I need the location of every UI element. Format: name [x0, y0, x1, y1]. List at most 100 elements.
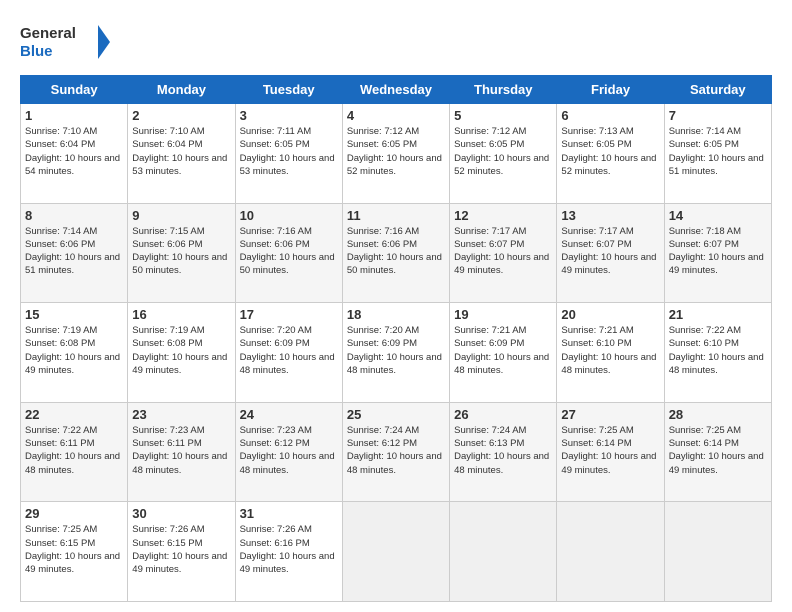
day-number: 11 [347, 208, 445, 223]
calendar-cell: 1 Sunrise: 7:10 AM Sunset: 6:04 PM Daylig… [21, 104, 128, 204]
calendar-cell [664, 502, 771, 602]
day-number: 31 [240, 506, 338, 521]
day-number: 14 [669, 208, 767, 223]
logo-icon: General Blue [20, 20, 110, 65]
calendar-cell: 3 Sunrise: 7:11 AM Sunset: 6:05 PM Daylig… [235, 104, 342, 204]
day-info: Sunrise: 7:24 AM Sunset: 6:13 PM Dayligh… [454, 424, 552, 477]
calendar-table: SundayMondayTuesdayWednesdayThursdayFrid… [20, 75, 772, 602]
day-info: Sunrise: 7:11 AM Sunset: 6:05 PM Dayligh… [240, 125, 338, 178]
day-number: 12 [454, 208, 552, 223]
day-number: 18 [347, 307, 445, 322]
calendar-cell: 5 Sunrise: 7:12 AM Sunset: 6:05 PM Daylig… [450, 104, 557, 204]
day-number: 25 [347, 407, 445, 422]
day-info: Sunrise: 7:18 AM Sunset: 6:07 PM Dayligh… [669, 225, 767, 278]
day-info: Sunrise: 7:25 AM Sunset: 6:15 PM Dayligh… [25, 523, 123, 576]
day-info: Sunrise: 7:22 AM Sunset: 6:10 PM Dayligh… [669, 324, 767, 377]
calendar-cell: 11 Sunrise: 7:16 AM Sunset: 6:06 PM Dayli… [342, 203, 449, 303]
day-info: Sunrise: 7:10 AM Sunset: 6:04 PM Dayligh… [132, 125, 230, 178]
day-number: 16 [132, 307, 230, 322]
day-number: 9 [132, 208, 230, 223]
day-info: Sunrise: 7:17 AM Sunset: 6:07 PM Dayligh… [454, 225, 552, 278]
day-info: Sunrise: 7:25 AM Sunset: 6:14 PM Dayligh… [561, 424, 659, 477]
day-info: Sunrise: 7:20 AM Sunset: 6:09 PM Dayligh… [240, 324, 338, 377]
calendar-cell: 27 Sunrise: 7:25 AM Sunset: 6:14 PM Dayli… [557, 402, 664, 502]
day-number: 10 [240, 208, 338, 223]
day-number: 1 [25, 108, 123, 123]
calendar-page: General Blue SundayMondayTuesdayWednesda… [0, 0, 792, 612]
calendar-cell: 20Sunrise: 7:21 AM Sunset: 6:10 PM Dayli… [557, 303, 664, 403]
day-header-thursday: Thursday [450, 76, 557, 104]
day-header-friday: Friday [557, 76, 664, 104]
calendar-cell: 30 Sunrise: 7:26 AM Sunset: 6:15 PM Dayli… [128, 502, 235, 602]
calendar-week-1: 1 Sunrise: 7:10 AM Sunset: 6:04 PM Daylig… [21, 104, 772, 204]
day-info: Sunrise: 7:12 AM Sunset: 6:05 PM Dayligh… [347, 125, 445, 178]
calendar-cell [557, 502, 664, 602]
calendar-cell: 31 Sunrise: 7:26 AM Sunset: 6:16 PM Dayli… [235, 502, 342, 602]
day-number: 17 [240, 307, 338, 322]
day-info: Sunrise: 7:12 AM Sunset: 6:05 PM Dayligh… [454, 125, 552, 178]
calendar-cell: 10 Sunrise: 7:16 AM Sunset: 6:06 PM Dayli… [235, 203, 342, 303]
day-info: Sunrise: 7:23 AM Sunset: 6:11 PM Dayligh… [132, 424, 230, 477]
day-number: 13 [561, 208, 659, 223]
calendar-header-row: SundayMondayTuesdayWednesdayThursdayFrid… [21, 76, 772, 104]
calendar-cell: 12 Sunrise: 7:17 AM Sunset: 6:07 PM Dayli… [450, 203, 557, 303]
day-info: Sunrise: 7:26 AM Sunset: 6:16 PM Dayligh… [240, 523, 338, 576]
svg-text:Blue: Blue [20, 43, 53, 60]
day-number: 24 [240, 407, 338, 422]
day-number: 5 [454, 108, 552, 123]
calendar-cell: 24 Sunrise: 7:23 AM Sunset: 6:12 PM Dayli… [235, 402, 342, 502]
calendar-cell: 14 Sunrise: 7:18 AM Sunset: 6:07 PM Dayli… [664, 203, 771, 303]
day-number: 6 [561, 108, 659, 123]
day-info: Sunrise: 7:21 AM Sunset: 6:09 PM Dayligh… [454, 324, 552, 377]
header: General Blue [20, 20, 772, 65]
day-number: 27 [561, 407, 659, 422]
day-number: 22 [25, 407, 123, 422]
svg-text:General: General [20, 25, 76, 42]
day-info: Sunrise: 7:19 AM Sunset: 6:08 PM Dayligh… [132, 324, 230, 377]
calendar-cell: 26 Sunrise: 7:24 AM Sunset: 6:13 PM Dayli… [450, 402, 557, 502]
day-number: 8 [25, 208, 123, 223]
day-info: Sunrise: 7:25 AM Sunset: 6:14 PM Dayligh… [669, 424, 767, 477]
day-info: Sunrise: 7:13 AM Sunset: 6:05 PM Dayligh… [561, 125, 659, 178]
calendar-cell: 8 Sunrise: 7:14 AM Sunset: 6:06 PM Daylig… [21, 203, 128, 303]
calendar-cell: 18Sunrise: 7:20 AM Sunset: 6:09 PM Dayli… [342, 303, 449, 403]
calendar-cell: 23Sunrise: 7:23 AM Sunset: 6:11 PM Dayli… [128, 402, 235, 502]
day-info: Sunrise: 7:26 AM Sunset: 6:15 PM Dayligh… [132, 523, 230, 576]
day-number: 28 [669, 407, 767, 422]
calendar-week-2: 8 Sunrise: 7:14 AM Sunset: 6:06 PM Daylig… [21, 203, 772, 303]
logo: General Blue [20, 20, 110, 65]
calendar-cell: 22Sunrise: 7:22 AM Sunset: 6:11 PM Dayli… [21, 402, 128, 502]
calendar-cell [450, 502, 557, 602]
day-number: 3 [240, 108, 338, 123]
calendar-cell: 16 Sunrise: 7:19 AM Sunset: 6:08 PM Dayli… [128, 303, 235, 403]
day-info: Sunrise: 7:17 AM Sunset: 6:07 PM Dayligh… [561, 225, 659, 278]
calendar-cell: 6 Sunrise: 7:13 AM Sunset: 6:05 PM Daylig… [557, 104, 664, 204]
day-info: Sunrise: 7:23 AM Sunset: 6:12 PM Dayligh… [240, 424, 338, 477]
day-info: Sunrise: 7:16 AM Sunset: 6:06 PM Dayligh… [240, 225, 338, 278]
calendar-cell: 25Sunrise: 7:24 AM Sunset: 6:12 PM Dayli… [342, 402, 449, 502]
day-info: Sunrise: 7:21 AM Sunset: 6:10 PM Dayligh… [561, 324, 659, 377]
calendar-week-4: 22Sunrise: 7:22 AM Sunset: 6:11 PM Dayli… [21, 402, 772, 502]
day-number: 26 [454, 407, 552, 422]
day-number: 19 [454, 307, 552, 322]
calendar-cell: 21Sunrise: 7:22 AM Sunset: 6:10 PM Dayli… [664, 303, 771, 403]
day-info: Sunrise: 7:14 AM Sunset: 6:06 PM Dayligh… [25, 225, 123, 278]
day-info: Sunrise: 7:19 AM Sunset: 6:08 PM Dayligh… [25, 324, 123, 377]
day-number: 4 [347, 108, 445, 123]
day-info: Sunrise: 7:16 AM Sunset: 6:06 PM Dayligh… [347, 225, 445, 278]
calendar-cell: 7Sunrise: 7:14 AM Sunset: 6:05 PM Daylig… [664, 104, 771, 204]
day-number: 15 [25, 307, 123, 322]
calendar-cell: 2Sunrise: 7:10 AM Sunset: 6:04 PM Daylig… [128, 104, 235, 204]
calendar-cell: 28 Sunrise: 7:25 AM Sunset: 6:14 PM Dayli… [664, 402, 771, 502]
calendar-cell: 9Sunrise: 7:15 AM Sunset: 6:06 PM Daylig… [128, 203, 235, 303]
day-header-wednesday: Wednesday [342, 76, 449, 104]
calendar-cell: 19 Sunrise: 7:21 AM Sunset: 6:09 PM Dayli… [450, 303, 557, 403]
calendar-week-5: 29 Sunrise: 7:25 AM Sunset: 6:15 PM Dayli… [21, 502, 772, 602]
day-header-saturday: Saturday [664, 76, 771, 104]
day-number: 30 [132, 506, 230, 521]
day-number: 29 [25, 506, 123, 521]
calendar-cell: 4 Sunrise: 7:12 AM Sunset: 6:05 PM Daylig… [342, 104, 449, 204]
calendar-cell: 29 Sunrise: 7:25 AM Sunset: 6:15 PM Dayli… [21, 502, 128, 602]
day-info: Sunrise: 7:10 AM Sunset: 6:04 PM Dayligh… [25, 125, 123, 178]
day-header-tuesday: Tuesday [235, 76, 342, 104]
